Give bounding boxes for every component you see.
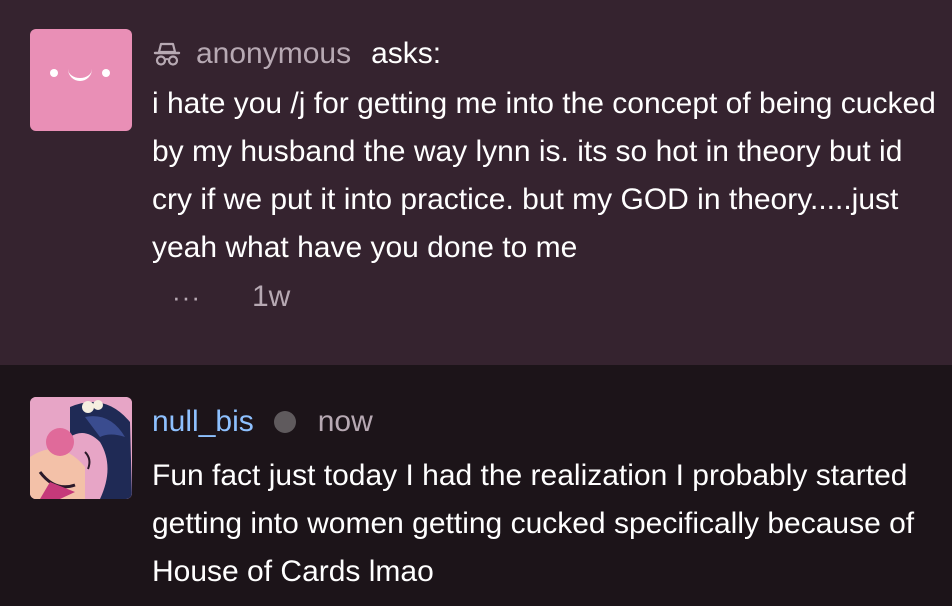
anonymous-avatar [30,29,132,131]
avatar-illustration [30,397,132,499]
ask-text: i hate you /j for getting me into the co… [152,87,936,264]
ask-author-name: anonymous [196,37,352,70]
reply-timestamp: now [317,405,373,438]
more-options-button[interactable]: ··· [172,282,212,313]
ask-meta: ··· 1w [172,280,290,314]
incognito-icon [152,38,184,70]
avatar-eye-right [102,69,110,77]
reply-author-link[interactable]: null_bis [152,405,254,439]
status-dot-icon [273,411,296,433]
user-avatar[interactable] [30,397,132,499]
reply-text: Fun fact just today I had the realizatio… [152,459,915,588]
ask-timestamp[interactable]: 1w [252,280,290,314]
reply-header: null_bis now [152,400,373,444]
asks-label: asks: [371,37,442,70]
ask-header: anonymous asks: [152,34,441,74]
avatar-smile [68,67,92,81]
avatar-eye-left [50,69,58,77]
